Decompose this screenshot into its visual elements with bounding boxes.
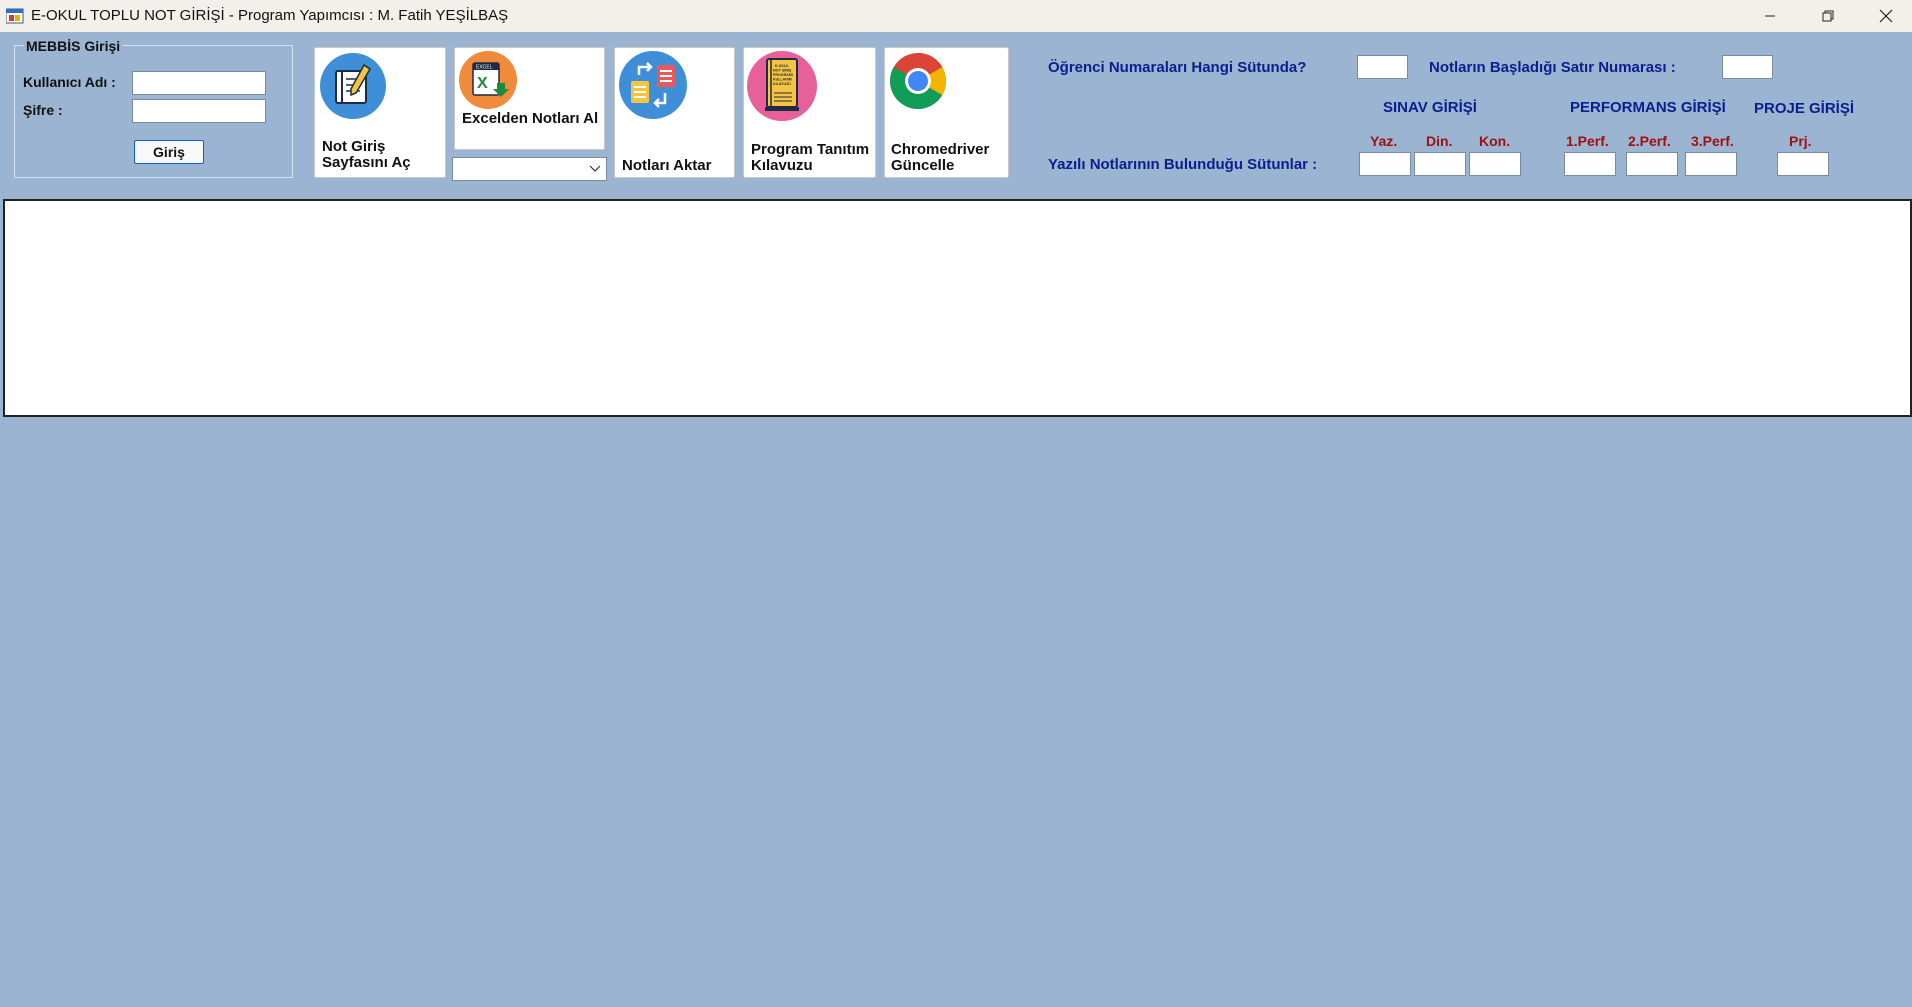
- password-input[interactable]: [132, 99, 266, 123]
- window-title: E-OKUL TOPLU NOT GİRİŞİ - Program Yapımc…: [31, 7, 509, 24]
- username-input[interactable]: [132, 71, 266, 95]
- performance-section-header: PERFORMANS GİRİŞİ: [1570, 99, 1726, 116]
- program-guide-button[interactable]: E-OKUL NOT GİRİŞ PROGRAMI KULLANIM KILAV…: [743, 47, 876, 178]
- chrome-icon: [890, 53, 946, 109]
- transfer-grades-label: Notları Aktar: [622, 157, 712, 174]
- project-col-input[interactable]: [1777, 152, 1829, 176]
- guide-book-icon: E-OKUL NOT GİRİŞ PROGRAMI KULLANIM KILAV…: [747, 51, 817, 121]
- transfer-grades-button[interactable]: Notları Aktar: [614, 47, 735, 178]
- notebook-icon: [320, 53, 386, 119]
- chromedriver-update-label: Chromedriver Güncelle: [891, 141, 990, 174]
- guide-cover-line-2: NOT GİRİŞ: [773, 69, 792, 73]
- login-button[interactable]: Giriş: [134, 140, 204, 164]
- student-column-input[interactable]: [1357, 55, 1408, 79]
- transfer-icon: [619, 51, 687, 119]
- perf-col-input-3[interactable]: [1685, 152, 1737, 176]
- excel-import-label: Excelden Notları Al: [462, 110, 599, 127]
- exam-col-label-kon: Kon.: [1479, 133, 1511, 149]
- log-panel[interactable]: [3, 199, 1912, 417]
- svg-text:X: X: [477, 75, 488, 92]
- app-icon: [5, 8, 24, 24]
- minimize-icon: [1765, 15, 1775, 17]
- minimize-button[interactable]: [1741, 0, 1799, 32]
- guide-cover-line-5: KILAVUZU: [773, 82, 791, 86]
- perf-col-input-2[interactable]: [1626, 152, 1678, 176]
- chevron-down-icon: [589, 165, 601, 172]
- start-row-label: Notların Başladığı Satır Numarası :: [1429, 59, 1676, 76]
- exam-col-input-kon[interactable]: [1469, 152, 1521, 176]
- chromedriver-update-button[interactable]: Chromedriver Güncelle: [884, 47, 1009, 178]
- password-label: Şifre :: [23, 102, 63, 118]
- username-label: Kullanıcı Adı :: [23, 74, 116, 90]
- restore-icon: [1822, 10, 1834, 22]
- exam-col-input-yaz[interactable]: [1359, 152, 1411, 176]
- start-row-input[interactable]: [1722, 55, 1773, 79]
- perf-col-label-1: 1.Perf.: [1566, 133, 1609, 149]
- close-button[interactable]: [1857, 0, 1912, 32]
- open-grade-page-button[interactable]: Not Giriş Sayfasını Aç: [314, 47, 446, 178]
- exam-col-label-din: Din.: [1426, 133, 1453, 149]
- written-columns-label: Yazılı Notlarının Bulunduğu Sütunlar :: [1048, 156, 1318, 173]
- project-col-label: Prj.: [1789, 133, 1812, 149]
- excel-icon: EXCEL X: [459, 51, 517, 109]
- exam-col-label-yaz: Yaz.: [1370, 133, 1398, 149]
- perf-col-label-2: 2.Perf.: [1628, 133, 1671, 149]
- perf-col-label-3: 3.Perf.: [1691, 133, 1734, 149]
- excel-import-button[interactable]: EXCEL X Excelden Notları Al: [454, 47, 605, 150]
- guide-cover-line-3: PROGRAMI: [773, 73, 793, 77]
- restore-button[interactable]: [1799, 0, 1857, 32]
- svg-text:EXCEL: EXCEL: [476, 65, 493, 71]
- close-icon: [1879, 9, 1893, 23]
- exam-section-header: SINAV GİRİŞİ: [1383, 99, 1477, 116]
- exam-col-input-din[interactable]: [1414, 152, 1466, 176]
- excel-sheet-select[interactable]: [452, 157, 607, 181]
- program-guide-label: Program Tanıtım Kılavuzu: [751, 141, 870, 174]
- guide-cover-line-4: KULLANIM: [773, 78, 792, 82]
- perf-col-input-1[interactable]: [1564, 152, 1616, 176]
- project-section-header: PROJE GİRİŞİ: [1754, 100, 1855, 117]
- guide-cover-line-1: E-OKUL: [775, 64, 790, 68]
- mebbis-group-title: MEBBİS Girişi: [24, 38, 123, 54]
- student-column-label: Öğrenci Numaraları Hangi Sütunda?: [1048, 59, 1307, 76]
- open-grade-page-label: Not Giriş Sayfasını Aç: [322, 138, 411, 171]
